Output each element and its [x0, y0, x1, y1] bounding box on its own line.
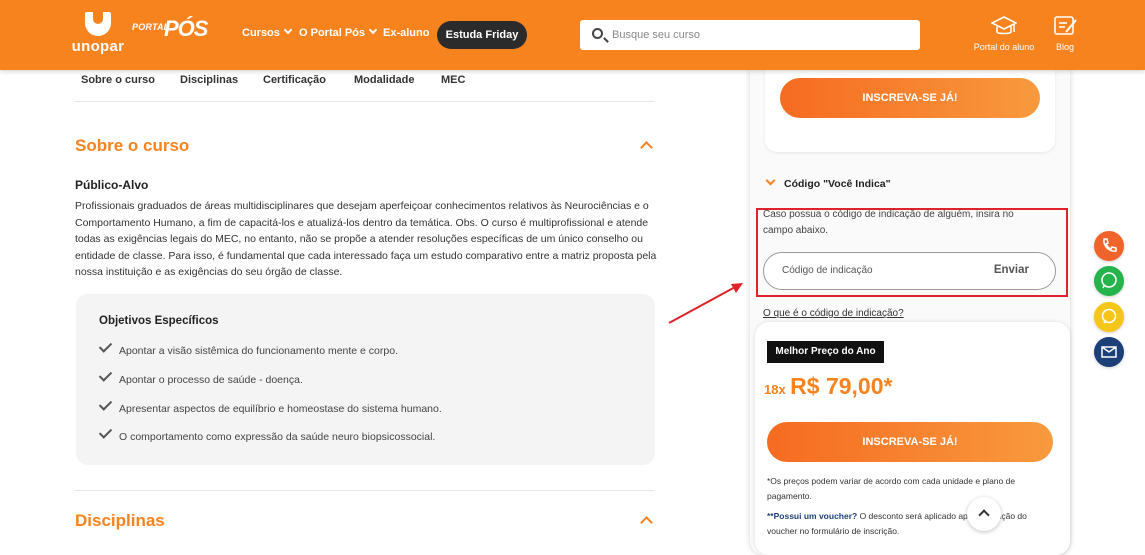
voucher-note: **Possui um voucher? O desconto será apl…	[767, 511, 1027, 536]
publico-alvo-heading: Público-Alvo	[75, 178, 149, 192]
list-item: O comportamento como expressão da saúde …	[98, 425, 435, 443]
scroll-to-top-button[interactable]	[967, 497, 1001, 531]
nav-ex-aluno[interactable]: Ex-aluno	[383, 27, 429, 39]
chevron-down-icon	[765, 175, 776, 186]
chat-icon	[1101, 308, 1117, 324]
check-icon	[98, 339, 113, 353]
mail-icon	[1101, 346, 1117, 358]
enroll-button-bottom[interactable]: INSCREVA-SE JÁ!	[767, 422, 1053, 462]
divider	[75, 101, 655, 102]
unopar-u-icon	[85, 12, 111, 36]
section-title-disciplinas: Disciplinas	[75, 511, 165, 530]
referral-code-field[interactable]: Código de indicação Enviar	[763, 252, 1056, 290]
tab-disciplinas[interactable]: Disciplinas	[180, 74, 238, 86]
referral-instructions: Caso possua o código de indicação de alg…	[763, 209, 1014, 236]
publico-alvo-text: Profissionais graduados de áreas multidi…	[75, 200, 657, 278]
phone-button[interactable]	[1094, 231, 1124, 261]
search-input[interactable]	[612, 20, 902, 50]
list-item: Apresentar aspectos de equilíbrio e home…	[98, 397, 442, 415]
tab-mec[interactable]: MEC	[441, 74, 465, 86]
objectives-heading: Objetivos Específicos	[99, 315, 219, 327]
referral-toggle[interactable]: Código "Você Indica"	[765, 175, 891, 190]
enroll-button-top[interactable]: INSCREVA-SE JÁ!	[780, 78, 1040, 118]
phone-icon	[1103, 238, 1117, 252]
portal-do-aluno-link[interactable]: Portal do aluno	[970, 14, 1038, 52]
referral-code-placeholder: Código de indicação	[782, 265, 873, 276]
annotation-arrow-icon	[668, 283, 743, 324]
check-icon	[98, 425, 113, 439]
chevron-down-icon	[283, 25, 293, 35]
pos-label: PÓS	[164, 16, 208, 41]
chat-button[interactable]	[1094, 302, 1124, 332]
nav-cursos[interactable]: Cursos	[242, 25, 293, 39]
tab-certificacao[interactable]: Certificação	[263, 74, 326, 86]
referral-info-link[interactable]: O que é o código de indicação?	[763, 308, 904, 319]
blog-icon	[1054, 16, 1077, 35]
price-display: 18x R$ 79,00*	[764, 373, 893, 399]
best-price-badge: Melhor Preço do Ano	[767, 341, 884, 363]
divider	[75, 490, 655, 491]
whatsapp-icon	[1101, 272, 1117, 289]
search-bar	[580, 20, 920, 50]
price-note: *Os preços podem variar de acordo com ca…	[767, 476, 1016, 501]
blog-link[interactable]: Blog	[1050, 14, 1080, 52]
graduation-cap-icon	[991, 16, 1017, 35]
site-header: unopar PORTAL PÓS Cursos O Portal Pós Ex…	[0, 0, 1145, 70]
objectives-box: Objetivos Específicos Apontar a visão si…	[76, 294, 655, 465]
check-icon	[98, 368, 113, 382]
logo-wordmark: unopar	[71, 38, 125, 55]
nav-portal-pos[interactable]: O Portal Pós	[299, 25, 378, 39]
chevron-up-icon[interactable]	[640, 141, 653, 154]
list-item: Apontar a visão sistêmica do funcionamen…	[98, 339, 398, 357]
mail-button[interactable]	[1094, 337, 1124, 367]
unopar-logo[interactable]: unopar	[70, 12, 126, 58]
search-icon[interactable]	[592, 28, 603, 39]
list-item: Apontar o processo de saúde - doença.	[98, 368, 303, 386]
whatsapp-button[interactable]	[1094, 266, 1124, 296]
chevron-up-icon[interactable]	[640, 516, 653, 529]
estuda-friday-button[interactable]: Estuda Friday	[437, 21, 527, 49]
section-title-sobre-o-curso: Sobre o curso	[75, 136, 190, 155]
referral-send-button[interactable]: Enviar	[994, 264, 1029, 276]
check-icon	[98, 397, 113, 411]
tab-modalidade[interactable]: Modalidade	[354, 74, 415, 86]
tab-sobre-o-curso[interactable]: Sobre o curso	[81, 74, 155, 86]
chevron-down-icon	[368, 25, 378, 35]
